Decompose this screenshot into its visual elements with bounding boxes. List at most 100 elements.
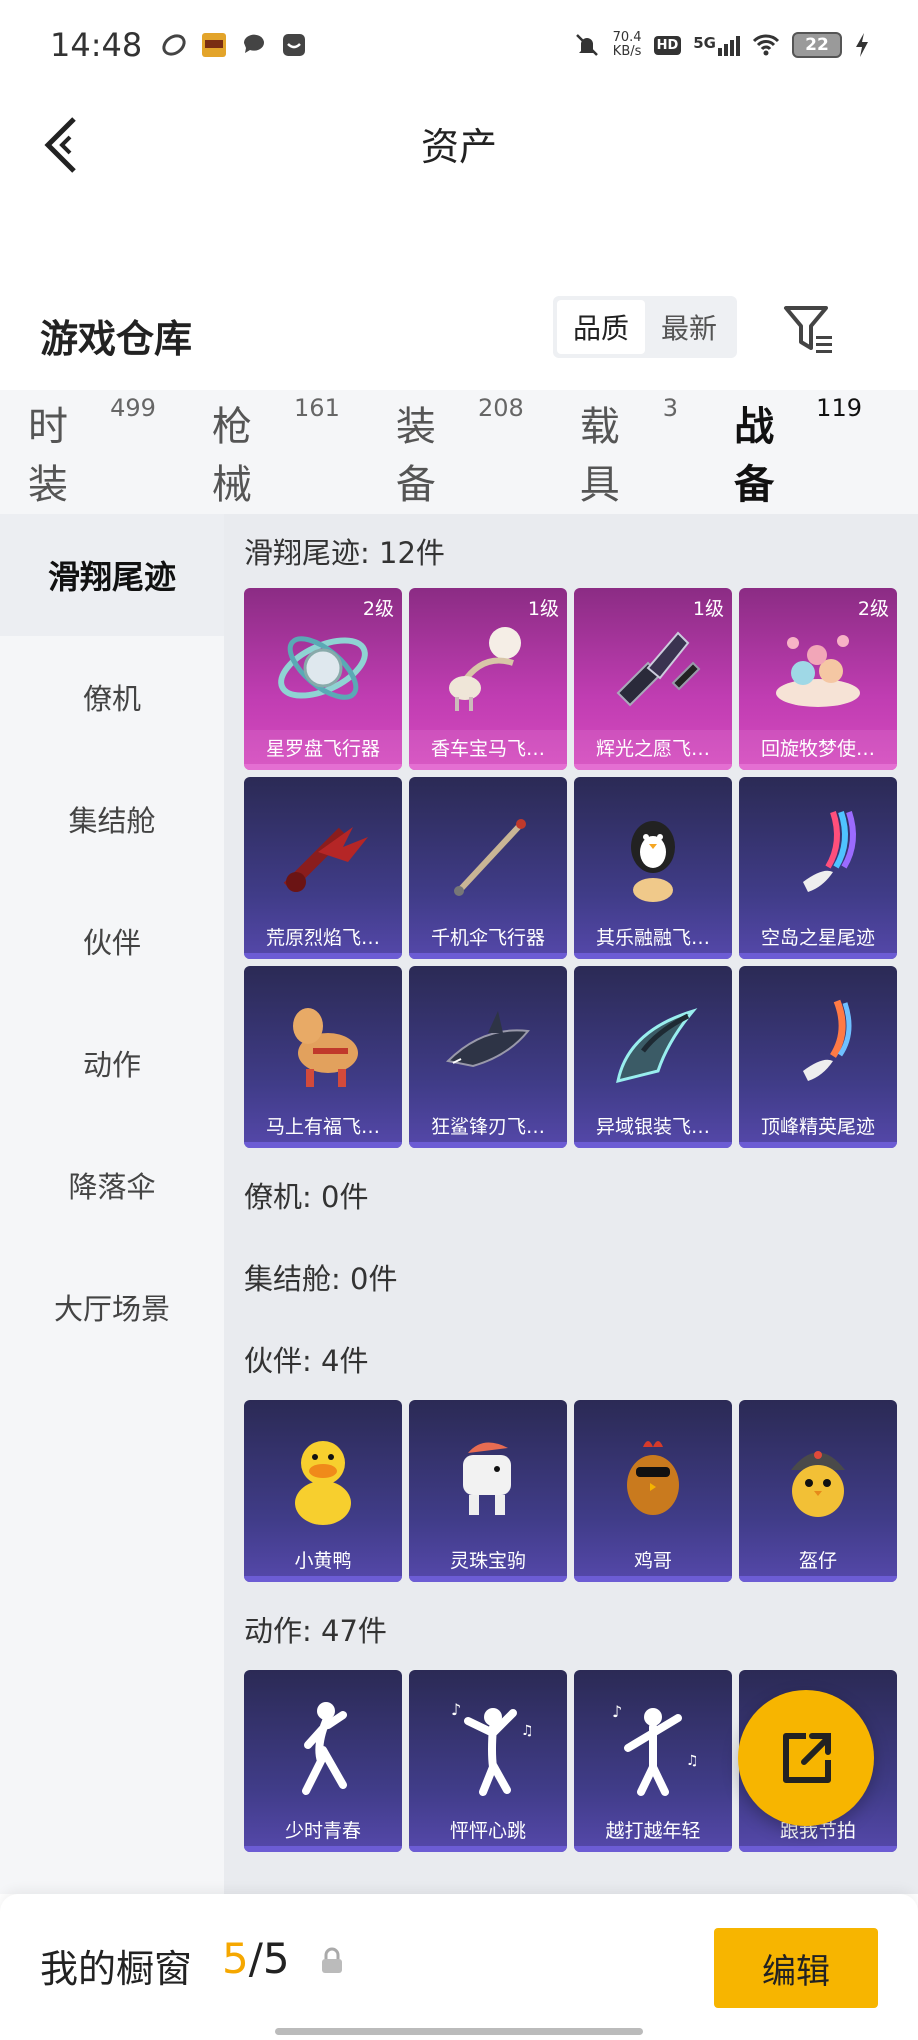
item-card[interactable]: 2级 星罗盘飞行器 <box>244 588 402 770</box>
item-name: 千机伞飞行器 <box>430 926 545 949</box>
item-name: 少时青春 <box>284 1819 361 1842</box>
sidebar-item-lobby-scene[interactable]: 大厅场景 <box>0 1246 224 1368</box>
warehouse-header: 游戏仓库 品质 最新 <box>0 290 918 380</box>
item-name: 鸡哥 <box>633 1549 672 1572</box>
tab-equipment[interactable]: 装备 208 <box>396 394 524 510</box>
item-card[interactable]: 马上有福飞… <box>244 966 402 1148</box>
item-card[interactable]: 鸡哥 <box>574 1400 732 1582</box>
mute-icon <box>575 34 598 56</box>
item-card[interactable]: 灵珠宝驹 <box>409 1400 567 1582</box>
item-card[interactable]: 1级 辉光之愿飞… <box>574 588 732 770</box>
tab-count: 3 <box>662 394 679 422</box>
warehouse-title: 游戏仓库 <box>40 317 193 361</box>
rarity-strip <box>409 764 567 770</box>
item-card[interactable]: 千机伞飞行器 <box>409 777 567 959</box>
sort-toggle: 品质 最新 <box>553 296 737 358</box>
sidebar-item-parachute[interactable]: 降落伞 <box>0 1124 224 1246</box>
wifi-icon <box>752 34 780 56</box>
section-title-emote: 动作: 47件 <box>244 1614 387 1648</box>
section-title-glide: 滑翔尾迹: 12件 <box>244 536 445 570</box>
status-left-icons <box>160 31 308 59</box>
item-card[interactable]: 1级 香车宝马飞… <box>409 588 567 770</box>
svg-text:♪: ♪ <box>451 1700 461 1719</box>
tab-label: 装备 <box>395 404 436 508</box>
edit-button[interactable]: 编辑 <box>714 1928 878 2008</box>
item-card[interactable]: 狂鲨锋刃飞… <box>409 966 567 1148</box>
item-name: 回旋牧梦使… <box>739 730 897 764</box>
item-card[interactable]: 2级 回旋牧梦使… <box>739 588 897 770</box>
sidebar-item-emote[interactable]: 动作 <box>0 1002 224 1124</box>
item-card[interactable]: 其乐融融飞… <box>574 777 732 959</box>
item-name: 狂鲨锋刃飞… <box>430 1115 545 1138</box>
sidebar-item-rally-pod[interactable]: 集结舱 <box>0 758 224 880</box>
network-speed: 70.4 KB/s <box>613 31 642 59</box>
network-speed-unit: KB/s <box>612 44 642 59</box>
signal-indicator: 5G <box>693 34 740 56</box>
sidebar-item-wingman[interactable]: 僚机 <box>0 636 224 758</box>
tab-gear[interactable]: 战备 119 <box>734 394 862 530</box>
sidebar-item-partner[interactable]: 伙伴 <box>0 880 224 1002</box>
tab-vehicles[interactable]: 载具 3 <box>580 394 678 510</box>
section-title-pod: 集结舱: 0件 <box>244 1262 398 1296</box>
item-card[interactable]: ♪ ♫ 越打越年轻 <box>574 1670 732 1852</box>
rarity-strip <box>574 1846 732 1852</box>
tab-guns[interactable]: 枪械 161 <box>212 394 340 510</box>
showcase-bar: 我的橱窗 5/5 编辑 <box>0 1894 918 2040</box>
filter-icon <box>784 306 832 353</box>
item-card[interactable]: 顶峰精英尾迹 <box>739 966 897 1148</box>
share-icon <box>783 1733 831 1783</box>
sort-newest-option[interactable]: 最新 <box>645 300 733 354</box>
helmet-chick-icon <box>791 1451 845 1517</box>
app-header: 资产 <box>0 90 918 200</box>
section-title-partner: 伙伴: 4件 <box>244 1344 369 1378</box>
tab-count: 208 <box>477 394 524 422</box>
sort-quality-option[interactable]: 品质 <box>557 300 645 354</box>
sidebar-item-glide-trail[interactable]: 滑翔尾迹 <box>0 514 224 636</box>
showcase-separator: / <box>248 1934 263 1983</box>
item-card[interactable]: 荒原烈焰飞… <box>244 777 402 959</box>
tab-fashion[interactable]: 时装 499 <box>28 394 156 510</box>
category-tabs: 时装 499 枪械 161 装备 208 载具 3 战备 119 <box>0 390 918 530</box>
rarity-strip <box>574 1142 732 1148</box>
carriage-icon <box>449 627 521 711</box>
item-name: 灵珠宝驹 <box>449 1549 526 1572</box>
item-name: 盔仔 <box>798 1549 837 1572</box>
item-name: 其乐融融飞… <box>595 926 710 949</box>
item-name: 怦怦心跳 <box>449 1819 526 1842</box>
rarity-strip <box>739 953 897 959</box>
item-content: 滑翔尾迹: 12件 2级 星罗盘飞行器 1级 香车宝马飞… 1级 辉光之愿飞… … <box>224 514 918 1894</box>
item-name: 异域银装飞… <box>595 1115 710 1138</box>
rarity-strip <box>244 1846 402 1852</box>
showcase-count: 5/5 <box>222 1934 290 1983</box>
umbrella-icon <box>454 819 526 896</box>
tab-label: 战备 <box>734 404 775 508</box>
pony-icon <box>463 1442 511 1515</box>
carousel-icon <box>776 635 860 707</box>
item-card[interactable]: 盔仔 <box>739 1400 897 1582</box>
item-card[interactable]: 空岛之星尾迹 <box>739 777 897 959</box>
item-name: 越打越年轻 <box>605 1819 701 1842</box>
item-name: 空岛之星尾迹 <box>760 926 875 949</box>
item-card[interactable]: 少时青春 <box>244 1670 402 1852</box>
tab-count: 119 <box>816 394 862 422</box>
item-card[interactable]: 异域银装飞… <box>574 966 732 1148</box>
item-card[interactable]: ♪ ♫ 怦怦心跳 <box>409 1670 567 1852</box>
battery-indicator: 22 <box>792 32 842 58</box>
showcase-current: 5 <box>222 1934 249 1983</box>
filter-button[interactable] <box>780 302 840 358</box>
astrolabe-icon <box>278 636 368 700</box>
share-button[interactable] <box>738 1690 874 1826</box>
tab-count: 499 <box>110 394 156 422</box>
game-app-icon <box>202 33 227 57</box>
home-indicator[interactable] <box>275 2028 643 2035</box>
rarity-strip <box>409 1576 567 1582</box>
tab-count: 161 <box>294 394 340 422</box>
item-card[interactable]: 小黄鸭 <box>244 1400 402 1582</box>
rarity-strip <box>739 764 897 770</box>
item-name: 马上有福飞… <box>265 1115 380 1138</box>
lock-icon[interactable] <box>318 1946 346 1976</box>
svg-text:♫: ♫ <box>521 1723 534 1739</box>
signal-label: 5G <box>693 34 716 52</box>
svg-text:♪: ♪ <box>612 1702 622 1721</box>
tab-label: 载具 <box>579 404 620 508</box>
